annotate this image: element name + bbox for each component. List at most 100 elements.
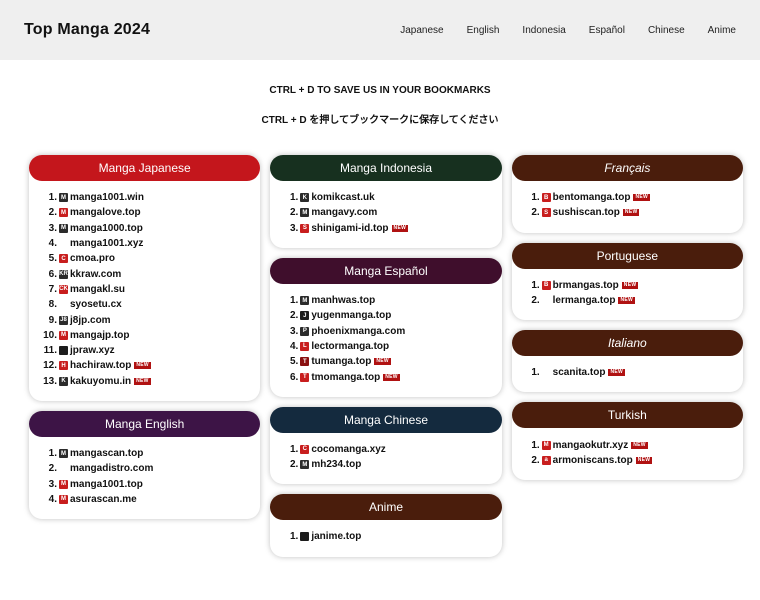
list-item: 4. Llectormanga.top	[270, 339, 501, 354]
card-title-chinese: Manga Chinese	[270, 406, 502, 433]
site-link[interactable]: mangadistro.com	[70, 463, 153, 474]
nav-english[interactable]: English	[467, 25, 500, 36]
site-link[interactable]: shinigami-id.top	[311, 223, 388, 234]
site-link[interactable]: mangavy.com	[311, 207, 377, 218]
m-red-icon: M	[59, 330, 68, 340]
card-title-english: Manga English	[29, 410, 261, 437]
site-link[interactable]: janime.top	[311, 531, 361, 542]
list-item: 6. KR kkraw.com	[29, 266, 260, 281]
site-link[interactable]: sushiscan.top	[553, 207, 620, 218]
list-item: 12. Hhachiraw.top NEW	[29, 358, 260, 373]
site-link[interactable]: brmangas.top	[553, 280, 619, 291]
site-link[interactable]: manga1001.top	[70, 479, 143, 490]
site-link[interactable]: manga1001.win	[70, 192, 144, 203]
site-link[interactable]: jpraw.xyz	[70, 345, 115, 356]
site-link[interactable]: kakuyomu.in	[70, 376, 131, 387]
new-badge: NEW	[391, 224, 409, 232]
new-badge: NEW	[618, 297, 636, 305]
list-item: 4. manga1001.xyz	[29, 236, 260, 251]
card-english: Manga English 1. Mmangascan.top 2. mangadist…	[29, 410, 261, 520]
item-number: 4.	[48, 238, 57, 250]
card-espanol: Manga Español 1. Mmanhwas.top 2. Jyugenmanga…	[270, 257, 502, 397]
nav-chinese[interactable]: Chinese	[648, 25, 685, 36]
c-red-icon: C	[300, 444, 310, 454]
list-item: 10. Mmangajp.top	[29, 328, 260, 343]
site-link[interactable]: armoniscans.top	[553, 455, 633, 466]
site-link[interactable]: kkraw.com	[70, 269, 121, 280]
nav-japanese[interactable]: Japanese	[400, 25, 443, 36]
item-number: 1.	[289, 443, 299, 455]
nav-indonesia[interactable]: Indonesia	[522, 25, 565, 36]
site-link[interactable]: phoenixmanga.com	[311, 326, 405, 337]
item-number: 5.	[48, 253, 57, 265]
site-link[interactable]: syosetu.cx	[70, 299, 122, 310]
site-link[interactable]: mangajp.top	[70, 330, 129, 341]
t-darkred-icon: T	[300, 357, 310, 367]
list-item: 1. scanita.top NEW	[512, 365, 743, 380]
list-item: 1. Mmanga1001.win	[29, 190, 260, 205]
card-chinese: Manga Chinese 1. Ccocomanga.xyz 2. Mmh234.to…	[270, 406, 502, 485]
item-number: 3.	[48, 478, 57, 490]
item-number: 1.	[531, 439, 540, 451]
blank-favicon-icon	[542, 296, 551, 305]
site-link[interactable]: cocomanga.xyz	[311, 444, 385, 455]
nav-espanol[interactable]: Español	[589, 25, 625, 36]
new-badge: NEW	[134, 377, 151, 385]
list-item: 3. Sshinigami-id.top NEW	[270, 221, 501, 236]
site-link[interactable]: mangascan.top	[70, 448, 143, 459]
site-link[interactable]: bentomanga.top	[553, 192, 631, 203]
list-item: 2. Ssushiscan.top NEW	[512, 205, 743, 220]
site-link[interactable]: manga1000.top	[70, 223, 143, 234]
site-link[interactable]: lermanga.top	[553, 295, 616, 306]
item-number: 2.	[531, 454, 540, 466]
b-red-icon: B	[541, 193, 551, 203]
site-list: 1. Bbrmangas.top NEW 2. lermanga.top NEW	[512, 269, 743, 309]
site-link[interactable]: manga1001.xyz	[70, 238, 143, 249]
site-link[interactable]: manhwas.top	[311, 295, 375, 306]
list-item: 2. Mmangalove.top	[29, 205, 260, 220]
item-number: 3.	[289, 325, 299, 337]
list-item: 1. Mmanhwas.top	[270, 293, 501, 308]
column-1: Manga Japanese 1. Mmanga1001.win 2. Mmangalo…	[29, 155, 261, 557]
card-turkish: Turkish 1. Mmangaokutr.xyz NEW 2. a armoniscan…	[511, 402, 743, 481]
list-item: 2. Mmh234.top	[270, 457, 501, 472]
blank-favicon-icon	[59, 464, 68, 473]
site-title[interactable]: Top Manga 2024	[24, 21, 150, 39]
site-link[interactable]: tumanga.top	[311, 356, 371, 367]
m-red-icon: M	[59, 479, 68, 489]
list-item: 2. Mmangavy.com	[270, 205, 501, 220]
site-link[interactable]: mh234.top	[311, 459, 361, 470]
site-list: 1. Bbentomanga.top NEW 2. Ssushiscan.top NEW	[512, 181, 743, 221]
site-link[interactable]: tmomanga.top	[311, 372, 380, 383]
category-columns: Manga Japanese 1. Mmanga1001.win 2. Mmangalo…	[29, 155, 743, 557]
new-badge: NEW	[374, 358, 391, 366]
site-link[interactable]: komikcast.uk	[311, 192, 374, 203]
site-link[interactable]: mangakl.su	[70, 284, 125, 295]
site-link[interactable]: asurascan.me	[70, 494, 137, 505]
site-list: 1. Kkomikcast.uk 2. Mmangavy.com 3. Sshinigam…	[270, 181, 501, 236]
item-number: 2.	[289, 207, 299, 219]
list-item: 3. Mmanga1000.top	[29, 221, 260, 236]
j-dark-icon: J	[300, 311, 310, 321]
item-number: 1.	[289, 295, 299, 307]
nav-anime[interactable]: Anime	[708, 25, 736, 36]
site-link[interactable]: yugenmanga.top	[311, 310, 391, 321]
site-link[interactable]: cmoa.pro	[70, 253, 115, 264]
b-red-icon: B	[541, 280, 551, 290]
new-badge: NEW	[383, 373, 400, 381]
list-item: 9. J8 j8jp.com	[29, 312, 260, 327]
site-link[interactable]: lectormanga.top	[311, 341, 389, 352]
site-link[interactable]: mangaokutr.xyz	[553, 440, 629, 451]
site-link[interactable]: hachiraw.top	[70, 360, 131, 371]
m-red-icon: M	[59, 208, 68, 218]
site-link[interactable]: j8jp.com	[70, 315, 111, 326]
site-link[interactable]: mangalove.top	[70, 207, 141, 218]
k-dark-icon: K	[59, 376, 68, 386]
c-red-icon: C	[59, 254, 68, 264]
card-title-indonesia: Manga Indonesia	[270, 155, 502, 181]
new-badge: NEW	[631, 441, 648, 449]
item-number: 1.	[531, 192, 540, 204]
site-link[interactable]: scanita.top	[553, 367, 606, 378]
list-item: 2. a armoniscans.top NEW	[512, 453, 743, 468]
list-item: 1. Mmangascan.top	[29, 446, 260, 461]
